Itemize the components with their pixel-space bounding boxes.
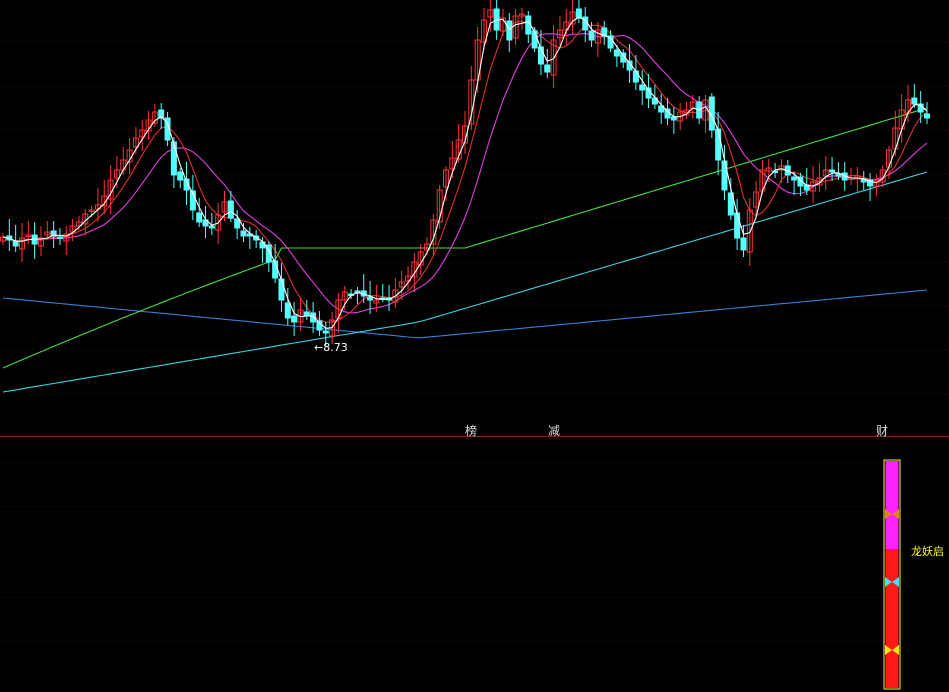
candle-body [227, 200, 234, 219]
candle-body [196, 212, 203, 223]
ma250-line [2, 289, 928, 339]
candle-body [791, 176, 798, 181]
signal-bar-magenta [885, 461, 899, 549]
candle-body [284, 302, 291, 319]
ma-line [2, 289, 928, 339]
candle-body [12, 240, 19, 247]
candle-body [56, 236, 63, 239]
candle-body [715, 128, 722, 161]
candle-body [544, 64, 551, 73]
ma-line [2, 171, 928, 393]
candle-body [829, 169, 836, 173]
grid-lines [0, 41, 949, 395]
candle-body [835, 173, 842, 177]
candle-body [639, 84, 646, 91]
candle-body [734, 212, 741, 239]
candle-body [170, 141, 177, 176]
signal-bar-red [885, 549, 899, 688]
subchart-grid [0, 461, 880, 643]
candle-body [506, 20, 513, 41]
candle-body [670, 116, 677, 121]
indicator-subchart [0, 459, 901, 690]
candle-body [278, 278, 285, 301]
candle-body [632, 70, 639, 83]
candle-body [208, 225, 215, 229]
candle-body [613, 49, 620, 57]
low-price-label: ←8.73 [314, 341, 348, 354]
candle-body [588, 30, 595, 41]
candlesticks [0, 0, 930, 346]
candle-body [367, 296, 374, 301]
candle-body [240, 230, 247, 237]
candle-body [234, 218, 241, 229]
candle-body [177, 171, 184, 181]
ma120-line [2, 171, 928, 393]
main-candlestick-chart [0, 0, 949, 395]
candle-body [322, 330, 329, 334]
candle-body [575, 8, 582, 19]
candle-body [740, 237, 747, 251]
candle-body [303, 311, 310, 317]
longyaoqi-label: 龙妖启 [911, 545, 944, 558]
candle-body [924, 113, 930, 119]
candle-body [291, 315, 298, 323]
candle-body [911, 97, 918, 105]
